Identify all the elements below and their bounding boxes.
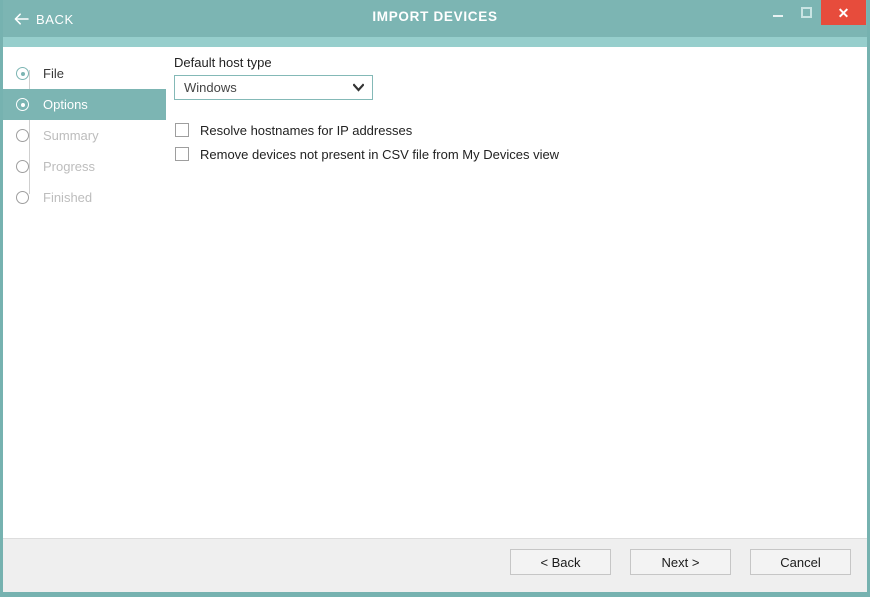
remove-devices-checkbox-row[interactable]: Remove devices not present in CSV file f… [175, 144, 559, 164]
wizard-step-label: Progress [43, 159, 95, 174]
close-button[interactable]: ✕ [821, 0, 866, 25]
wizard-step-label: Summary [43, 128, 99, 143]
wizard-step-file[interactable]: File [3, 58, 166, 89]
step-marker-icon [16, 191, 29, 204]
close-icon: ✕ [838, 6, 850, 20]
wizard-step-progress[interactable]: Progress [3, 151, 166, 182]
back-nav-button[interactable]: < Back [510, 549, 611, 575]
minimize-button[interactable] [763, 0, 792, 25]
wizard-step-options[interactable]: Options [3, 89, 166, 120]
wizard-step-label: Finished [43, 190, 92, 205]
default-host-type-select[interactable]: Windows [174, 75, 373, 100]
default-host-type-value: Windows [184, 80, 237, 95]
next-button[interactable]: Next > [630, 549, 731, 575]
step-marker-icon [16, 160, 29, 173]
resolve-hostnames-checkbox[interactable] [175, 123, 189, 137]
remove-devices-label: Remove devices not present in CSV file f… [200, 147, 559, 162]
window-title: IMPORT DEVICES [0, 9, 870, 24]
wizard-step-summary[interactable]: Summary [3, 120, 166, 151]
options-pane: Default host type Windows Resolve hostna… [174, 47, 867, 539]
resolve-hostnames-label: Resolve hostnames for IP addresses [200, 123, 412, 138]
footer-buttons: < Back Next > Cancel [510, 549, 851, 575]
remove-devices-checkbox[interactable] [175, 147, 189, 161]
step-marker-icon [16, 98, 29, 111]
cancel-button[interactable]: Cancel [750, 549, 851, 575]
default-host-type-label: Default host type [174, 55, 272, 70]
window-controls: ✕ [763, 0, 866, 37]
title-accent-strip [0, 37, 870, 47]
import-devices-window: BACK IMPORT DEVICES ✕ File [0, 0, 870, 597]
wizard-step-finished[interactable]: Finished [3, 182, 166, 213]
wizard-step-label: Options [43, 97, 88, 112]
title-bar: BACK IMPORT DEVICES ✕ [0, 0, 870, 37]
step-marker-icon [16, 67, 29, 80]
maximize-button[interactable] [792, 0, 821, 25]
step-marker-icon [16, 129, 29, 142]
footer-bar: < Back Next > Cancel [3, 538, 867, 592]
chevron-down-icon [353, 83, 364, 92]
content-area: File Options Summary Progress Finished D… [3, 47, 867, 539]
maximize-icon [801, 7, 812, 18]
resolve-hostnames-checkbox-row[interactable]: Resolve hostnames for IP addresses [175, 120, 412, 140]
wizard-steps: File Options Summary Progress Finished [3, 58, 166, 213]
wizard-step-label: File [43, 66, 64, 81]
minimize-icon [773, 15, 783, 17]
